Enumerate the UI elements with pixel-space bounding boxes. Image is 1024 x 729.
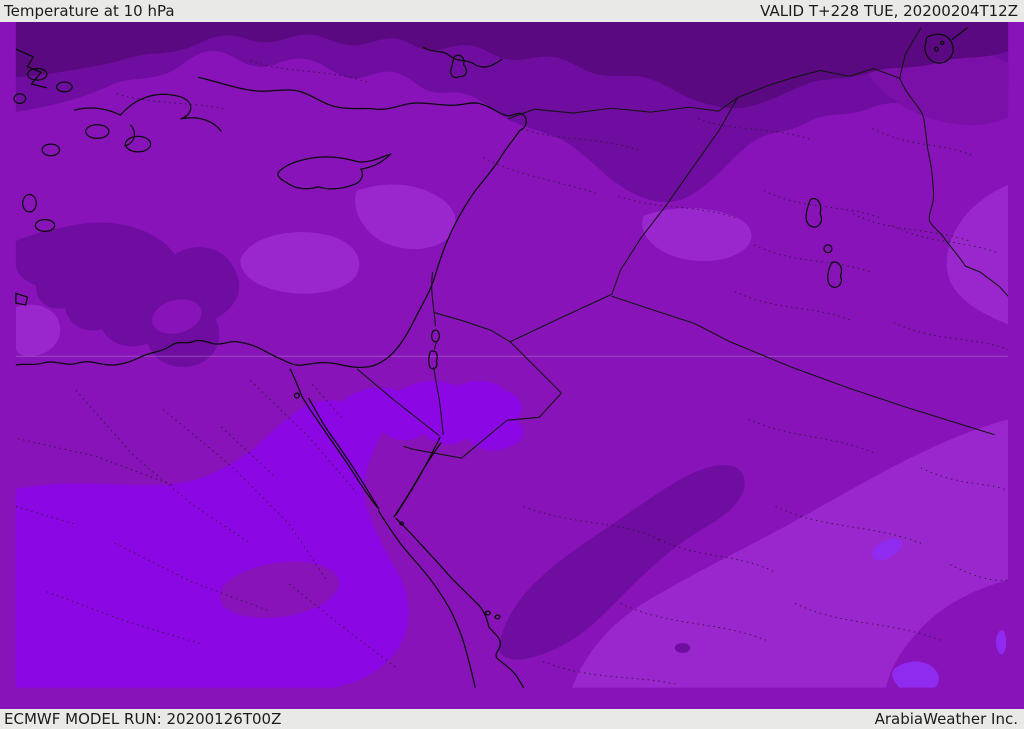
model-run-label: ECMWF MODEL RUN: 20200126T00Z [4, 710, 282, 728]
map-title: Temperature at 10 hPa [4, 2, 175, 20]
valid-time-label: VALID T+228 TUE, 20200204T12Z [760, 2, 1018, 20]
shade-saudi-dark-spot [674, 643, 691, 653]
brand-label: ArabiaWeather Inc. [874, 710, 1018, 728]
temperature-shading [15, 22, 1009, 688]
weather-map [0, 22, 1024, 709]
footer-bar: ECMWF MODEL RUN: 20200126T00Z ArabiaWeat… [0, 709, 1024, 729]
temperature-map-svg [13, 22, 1009, 689]
header-bar: Temperature at 10 hPa VALID T+228 TUE, 2… [0, 0, 1024, 22]
